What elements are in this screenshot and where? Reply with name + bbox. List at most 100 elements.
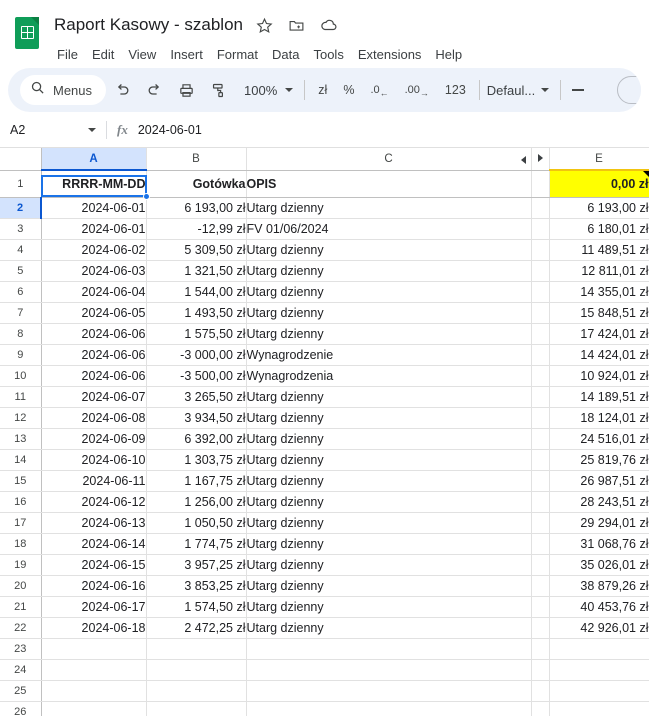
redo-icon[interactable] bbox=[140, 76, 168, 104]
cell-hidden-gap[interactable] bbox=[531, 386, 550, 408]
row-header[interactable]: 24 bbox=[0, 659, 42, 681]
cell-e[interactable]: 14 189,51 zł bbox=[549, 386, 649, 408]
cell-b[interactable]: 5 309,50 zł bbox=[146, 239, 247, 261]
cell-c[interactable]: OPIS bbox=[246, 170, 532, 198]
cell-b[interactable] bbox=[146, 680, 247, 702]
cell-c[interactable]: FV 01/06/2024 bbox=[246, 218, 532, 240]
cell-c[interactable]: Utarg dzienny bbox=[246, 554, 532, 576]
row-header[interactable]: 5 bbox=[0, 260, 42, 282]
cell-b[interactable]: 1 050,50 zł bbox=[146, 512, 247, 534]
cell-c[interactable] bbox=[246, 659, 532, 681]
cell-a[interactable]: 2024-06-11 bbox=[41, 470, 147, 492]
cell-a[interactable]: 2024-06-18 bbox=[41, 617, 147, 639]
cell-e[interactable]: 42 926,01 zł bbox=[549, 617, 649, 639]
cell-e[interactable]: 29 294,01 zł bbox=[549, 512, 649, 534]
cell-hidden-gap[interactable] bbox=[531, 533, 550, 555]
cell-hidden-gap[interactable] bbox=[531, 323, 550, 345]
row-header[interactable]: 13 bbox=[0, 428, 42, 450]
cell-c[interactable]: Utarg dzienny bbox=[246, 281, 532, 303]
cell-a[interactable]: 2024-06-12 bbox=[41, 491, 147, 513]
cell-c[interactable]: Wynagrodzenie bbox=[246, 344, 532, 366]
column-header-a[interactable]: A bbox=[41, 148, 147, 171]
menu-item-extensions[interactable]: Extensions bbox=[351, 44, 429, 65]
row-header[interactable]: 4 bbox=[0, 239, 42, 261]
cell-c[interactable]: Utarg dzienny bbox=[246, 617, 532, 639]
cell-hidden-gap[interactable] bbox=[531, 638, 550, 660]
row-header[interactable]: 6 bbox=[0, 281, 42, 303]
increase-decimal-button[interactable]: .00 → bbox=[399, 76, 435, 104]
cell-hidden-gap[interactable] bbox=[531, 170, 550, 198]
cell-c[interactable]: Utarg dzienny bbox=[246, 197, 532, 219]
cell-b[interactable]: 1 544,00 zł bbox=[146, 281, 247, 303]
row-header[interactable]: 12 bbox=[0, 407, 42, 429]
row-header[interactable]: 9 bbox=[0, 344, 42, 366]
menu-item-file[interactable]: File bbox=[50, 44, 85, 65]
column-header-c[interactable]: C bbox=[246, 148, 532, 171]
name-box[interactable]: A2 bbox=[10, 123, 102, 137]
row-header[interactable]: 8 bbox=[0, 323, 42, 345]
decrease-decimal-button[interactable]: .0 ← bbox=[364, 76, 394, 104]
cell-a[interactable]: 2024-06-03 bbox=[41, 260, 147, 282]
cell-b[interactable]: -12,99 zł bbox=[146, 218, 247, 240]
cell-e[interactable]: 14 424,01 zł bbox=[549, 344, 649, 366]
cell-b[interactable] bbox=[146, 659, 247, 681]
cell-e[interactable]: 25 819,76 zł bbox=[549, 449, 649, 471]
cell-a[interactable] bbox=[41, 680, 147, 702]
cell-b[interactable]: 6 392,00 zł bbox=[146, 428, 247, 450]
cell-b[interactable]: 3 265,50 zł bbox=[146, 386, 247, 408]
cell-hidden-gap[interactable] bbox=[531, 281, 550, 303]
print-icon[interactable] bbox=[172, 76, 200, 104]
cell-hidden-gap[interactable] bbox=[531, 680, 550, 702]
hidden-columns-marker[interactable] bbox=[531, 148, 550, 171]
cell-hidden-gap[interactable] bbox=[531, 197, 550, 219]
menu-item-edit[interactable]: Edit bbox=[85, 44, 121, 65]
row-header[interactable]: 15 bbox=[0, 470, 42, 492]
decrease-font-size-button[interactable] bbox=[566, 78, 590, 102]
cell-e[interactable]: 10 924,01 zł bbox=[549, 365, 649, 387]
cell-a[interactable] bbox=[41, 701, 147, 716]
cell-a[interactable]: 2024-06-01 bbox=[41, 218, 147, 240]
cell-a[interactable]: 2024-06-04 bbox=[41, 281, 147, 303]
row-header[interactable]: 17 bbox=[0, 512, 42, 534]
cell-a[interactable]: 2024-06-06 bbox=[41, 344, 147, 366]
cell-c[interactable]: Utarg dzienny bbox=[246, 575, 532, 597]
cell-e[interactable]: 0,00 zł bbox=[549, 170, 649, 198]
cell-e[interactable]: 14 355,01 zł bbox=[549, 281, 649, 303]
row-header[interactable]: 10 bbox=[0, 365, 42, 387]
cell-b[interactable] bbox=[146, 638, 247, 660]
cell-e[interactable]: 40 453,76 zł bbox=[549, 596, 649, 618]
cell-b[interactable]: 3 853,25 zł bbox=[146, 575, 247, 597]
cell-a[interactable]: 2024-06-05 bbox=[41, 302, 147, 324]
cell-e[interactable]: 6 180,01 zł bbox=[549, 218, 649, 240]
cell-c[interactable]: Utarg dzienny bbox=[246, 239, 532, 261]
row-header[interactable]: 1 bbox=[0, 170, 42, 198]
cell-c[interactable]: Utarg dzienny bbox=[246, 407, 532, 429]
select-all-corner[interactable] bbox=[0, 148, 42, 171]
cell-b[interactable] bbox=[146, 701, 247, 716]
cell-b[interactable]: 1 493,50 zł bbox=[146, 302, 247, 324]
cell-a[interactable]: 2024-06-06 bbox=[41, 323, 147, 345]
menu-item-format[interactable]: Format bbox=[210, 44, 265, 65]
cell-hidden-gap[interactable] bbox=[531, 428, 550, 450]
column-header-e[interactable]: E bbox=[549, 148, 649, 171]
zoom-control[interactable]: 100% bbox=[238, 83, 299, 98]
cell-c[interactable] bbox=[246, 701, 532, 716]
cell-a[interactable] bbox=[41, 659, 147, 681]
font-family-select[interactable]: Defaul... bbox=[487, 83, 555, 98]
cell-e[interactable] bbox=[549, 680, 649, 702]
cell-e[interactable]: 12 811,01 zł bbox=[549, 260, 649, 282]
row-header[interactable]: 22 bbox=[0, 617, 42, 639]
cell-hidden-gap[interactable] bbox=[531, 554, 550, 576]
cell-b[interactable]: 1 256,00 zł bbox=[146, 491, 247, 513]
fill-handle[interactable] bbox=[143, 193, 150, 200]
cell-a[interactable]: 2024-06-10 bbox=[41, 449, 147, 471]
cell-e[interactable] bbox=[549, 701, 649, 716]
cell-hidden-gap[interactable] bbox=[531, 344, 550, 366]
cell-c[interactable]: Utarg dzienny bbox=[246, 470, 532, 492]
star-icon[interactable] bbox=[255, 15, 275, 35]
cell-a[interactable]: 2024-06-02 bbox=[41, 239, 147, 261]
row-header[interactable]: 11 bbox=[0, 386, 42, 408]
cell-a[interactable]: 2024-06-15 bbox=[41, 554, 147, 576]
undo-icon[interactable] bbox=[108, 76, 136, 104]
cell-e[interactable]: 35 026,01 zł bbox=[549, 554, 649, 576]
